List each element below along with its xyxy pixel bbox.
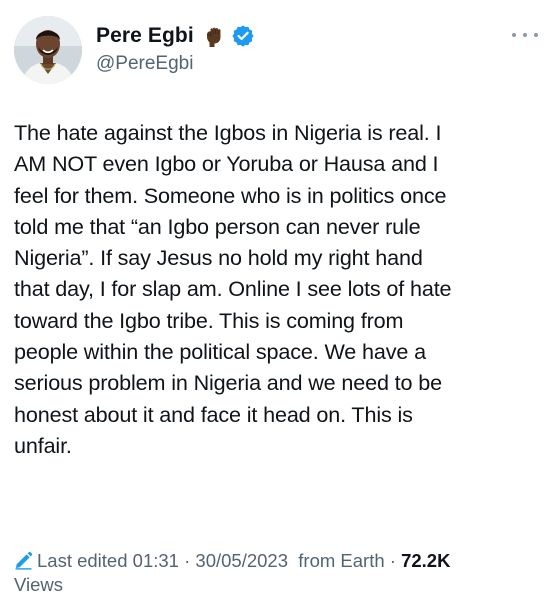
author-names: Pere Egbi @PereEgbi	[96, 22, 254, 75]
display-name-row: Pere Egbi	[96, 22, 254, 50]
meta-separator: ·	[184, 550, 191, 571]
tweet-time: 01:31	[132, 550, 179, 571]
avatar[interactable]	[14, 16, 82, 84]
last-edited-label: Last edited	[37, 550, 128, 571]
tweet-text: The hate against the Igbos in Nigeria is…	[14, 120, 452, 458]
tweet-header: Pere Egbi @PereEgbi	[14, 16, 542, 88]
views-count: 72.2K	[401, 550, 451, 571]
pencil-edit-icon	[14, 551, 33, 570]
display-name[interactable]: Pere Egbi	[96, 24, 194, 48]
more-dot	[534, 33, 538, 37]
more-dot	[512, 33, 516, 37]
author-handle[interactable]: @PereEgbi	[96, 53, 254, 75]
avatar-image	[14, 16, 82, 84]
tweet-source: from Earth	[298, 550, 385, 571]
tweet-meta: Last edited 01:31 · 30/05/2023 from Eart…	[14, 549, 546, 597]
more-options-icon[interactable]	[512, 26, 538, 44]
tweet-date[interactable]: 30/05/2023	[195, 550, 288, 571]
more-dot	[523, 33, 527, 37]
tweet: Pere Egbi @PereEgbi The hate against the…	[0, 0, 550, 599]
verified-badge-icon[interactable]	[232, 25, 254, 47]
last-edited-link[interactable]: Last edited 01:31	[37, 550, 179, 571]
raised-fist-icon	[202, 24, 226, 48]
meta-separator: ·	[389, 550, 396, 571]
views-label: Views	[14, 574, 64, 595]
